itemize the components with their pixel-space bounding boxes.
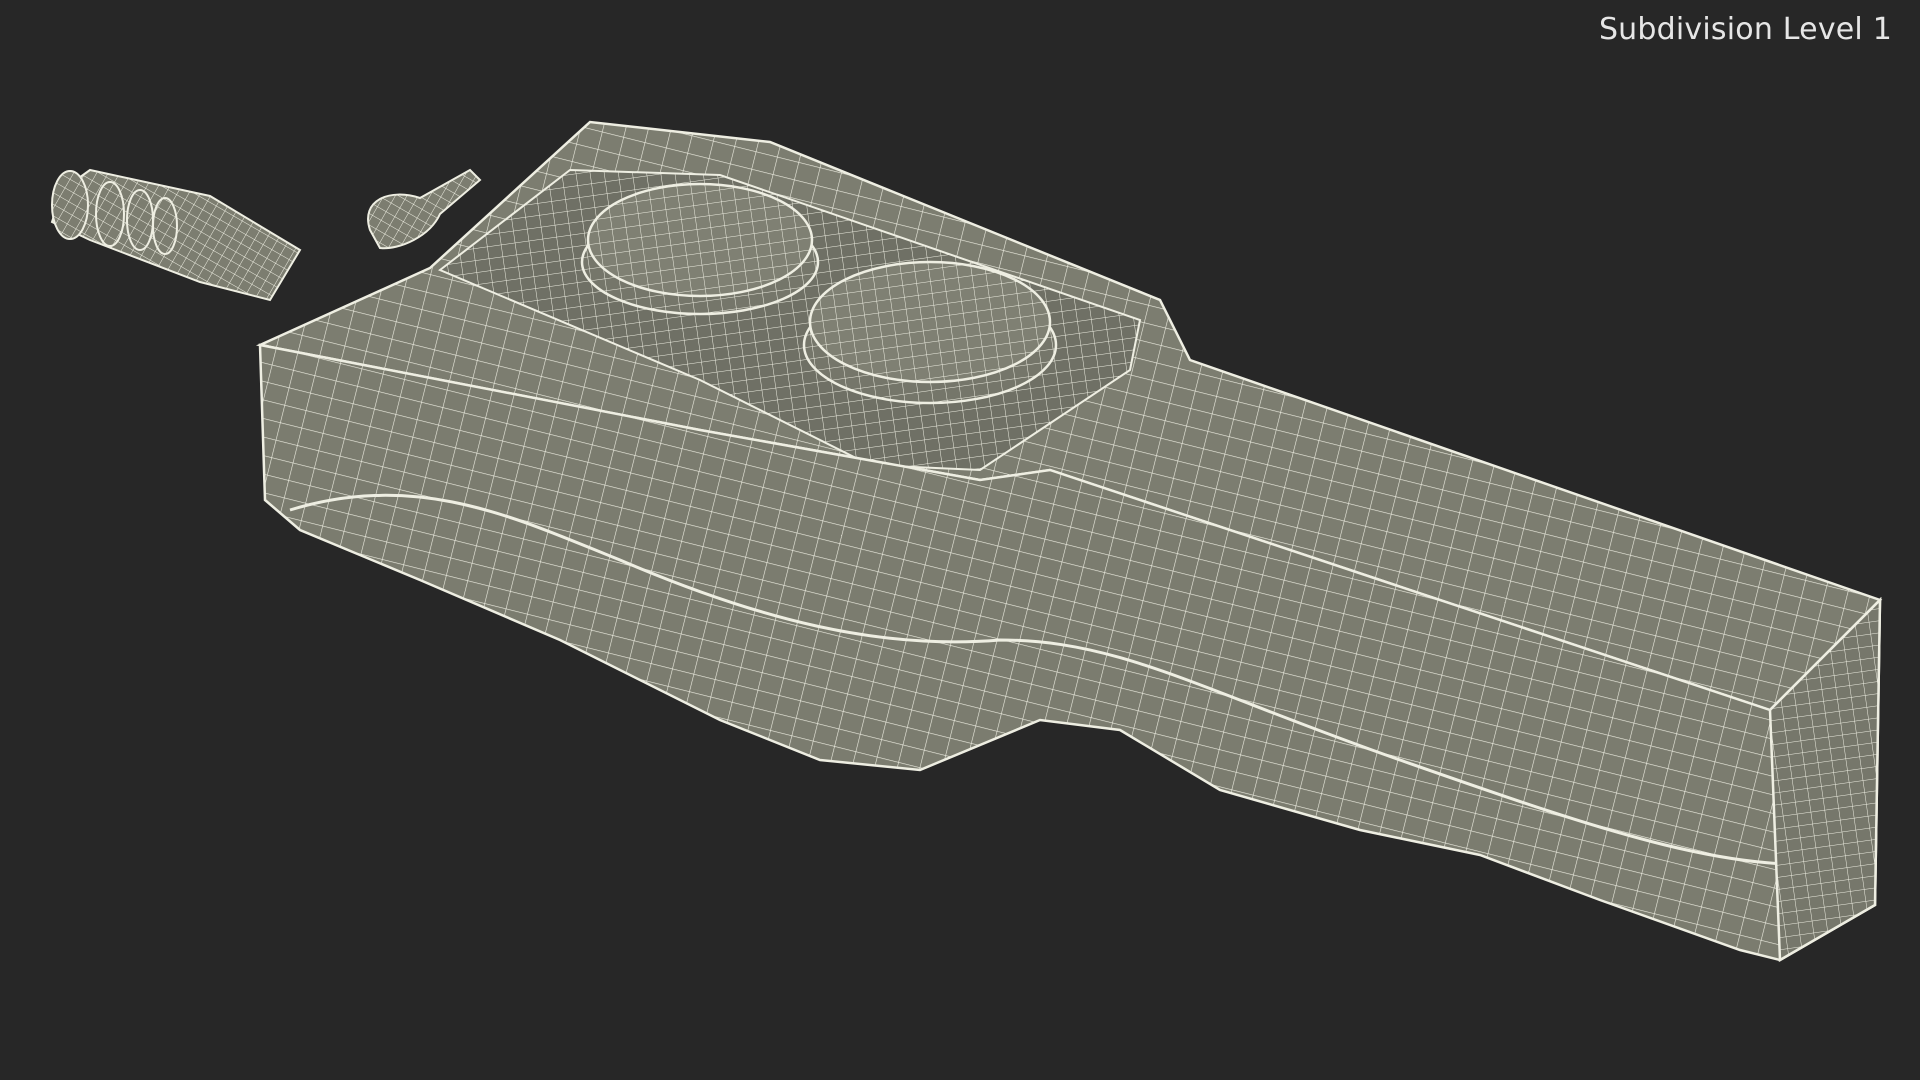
- cable-strain-relief: [50, 168, 302, 302]
- 3d-viewport[interactable]: Subdivision Level 1: [0, 0, 1920, 1080]
- subdivision-level-label: Subdivision Level 1: [1598, 12, 1892, 47]
- wireframe-model-pendant-control: [50, 120, 1883, 963]
- push-button-2: [802, 260, 1058, 405]
- push-button-1: [580, 182, 820, 316]
